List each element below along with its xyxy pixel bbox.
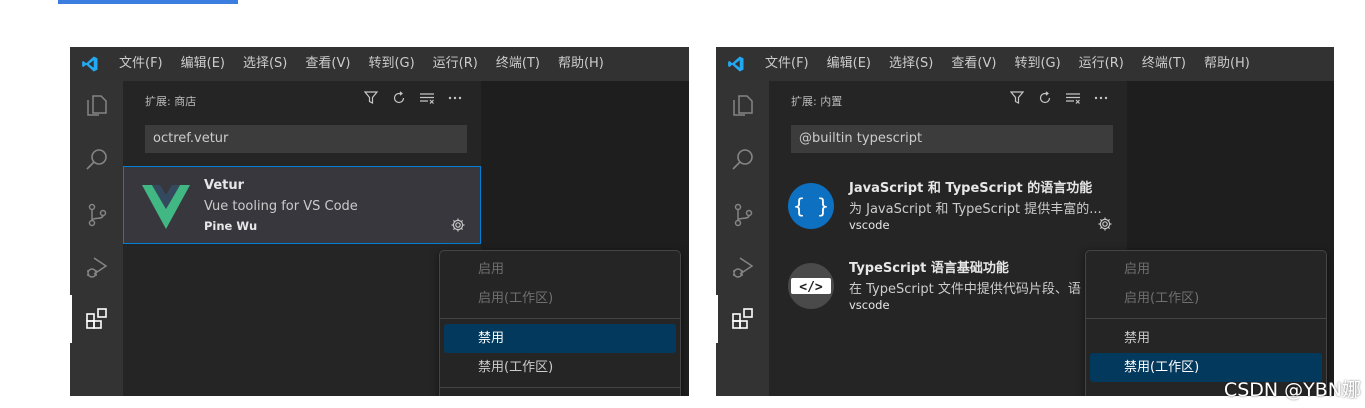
extension-name: TypeScript 语言基础功能: [849, 261, 1009, 276]
menu-terminal[interactable]: 终端(T): [487, 47, 549, 81]
extension-item-js-ts-language-features[interactable]: { } JavaScript 和 TypeScript 的语言功能 为 Java…: [769, 166, 1127, 244]
clear-results-icon[interactable]: [419, 90, 435, 106]
more-actions-icon[interactable]: [447, 90, 463, 106]
menu-help[interactable]: 帮助(H): [1195, 47, 1259, 81]
menu-item-enable-workspace: 启用(工作区): [1124, 291, 1200, 306]
menu-item-disable[interactable]: 禁用: [444, 324, 676, 353]
run-debug-icon[interactable]: [70, 243, 123, 291]
extensions-sidebar: 扩展: 商店 octref.vetur Vetur Vue tooling fo…: [123, 81, 481, 396]
search-icon[interactable]: [716, 136, 769, 184]
menu-view[interactable]: 查看(V): [942, 47, 1005, 81]
vscode-window-right: 文件(F) 编辑(E) 选择(S) 查看(V) 转到(G) 运行(R) 终端(T…: [716, 47, 1334, 396]
extension-item-vetur[interactable]: Vetur Vue tooling for VS Code Pine Wu: [123, 166, 481, 244]
activity-bar: [716, 81, 769, 396]
menu-file[interactable]: 文件(F): [756, 47, 818, 81]
source-control-icon[interactable]: [716, 191, 769, 239]
extension-publisher: Pine Wu: [204, 219, 258, 233]
extension-name: Vetur: [204, 178, 245, 193]
braces-extension-icon: { }: [787, 182, 835, 230]
source-control-icon[interactable]: [70, 191, 123, 239]
menu-bar: 文件(F) 编辑(E) 选择(S) 查看(V) 转到(G) 运行(R) 终端(T…: [716, 47, 1334, 81]
menu-item-disable-workspace[interactable]: 禁用(工作区): [444, 353, 676, 382]
menu-view[interactable]: 查看(V): [296, 47, 359, 81]
menu-run[interactable]: 运行(R): [1070, 47, 1133, 81]
filter-icon[interactable]: [1009, 90, 1025, 106]
menu-bar: 文件(F) 编辑(E) 选择(S) 查看(V) 转到(G) 运行(R) 终端(T…: [70, 47, 689, 81]
sidebar-title: 扩展: 内置: [791, 95, 843, 108]
menu-item-enable: 启用: [1124, 262, 1151, 277]
extensions-search-input[interactable]: octref.vetur: [145, 125, 467, 153]
menu-item-enable-workspace: 启用(工作区): [478, 291, 554, 306]
sidebar-actions: [1009, 90, 1109, 106]
screenshot-page: 文件(F) 编辑(E) 选择(S) 查看(V) 转到(G) 运行(R) 终端(T…: [0, 0, 1365, 408]
extension-publisher: vscode: [849, 218, 890, 232]
menu-separator: [440, 387, 680, 388]
menu-go[interactable]: 转到(G): [1005, 47, 1069, 81]
menu-file[interactable]: 文件(F): [110, 47, 172, 81]
menu-selection[interactable]: 选择(S): [880, 47, 942, 81]
manage-gear-icon[interactable]: [450, 217, 466, 233]
menu-terminal[interactable]: 终端(T): [1133, 47, 1195, 81]
extensions-icon[interactable]: [70, 295, 123, 343]
extension-description: 为 JavaScript 和 TypeScript 提供丰富的...: [849, 202, 1102, 217]
extensions-icon[interactable]: [716, 295, 769, 343]
vscode-logo-icon: [70, 47, 110, 81]
svg-text:</>: </>: [799, 280, 823, 295]
extension-description: Vue tooling for VS Code: [204, 199, 358, 214]
extension-name: JavaScript 和 TypeScript 的语言功能: [849, 181, 1093, 196]
extensions-sidebar: 扩展: 内置 @builtin typescript { } JavaScrip…: [769, 81, 1127, 396]
explorer-icon[interactable]: [70, 81, 123, 129]
menu-separator: [440, 318, 680, 319]
vue-logo-icon: [142, 183, 190, 231]
filter-icon[interactable]: [363, 90, 379, 106]
menu-separator: [1086, 318, 1326, 319]
refresh-icon[interactable]: [391, 90, 407, 106]
extension-description: 在 TypeScript 文件中提供代码片段、语: [849, 282, 1081, 297]
menu-go[interactable]: 转到(G): [359, 47, 423, 81]
manage-gear-icon[interactable]: [1097, 216, 1113, 232]
context-menu: 启用 启用(工作区) 禁用 禁用(工作区): [439, 250, 681, 396]
extension-publisher: vscode: [849, 298, 890, 312]
svg-text:{ }: { }: [793, 194, 829, 218]
vscode-window-left: 文件(F) 编辑(E) 选择(S) 查看(V) 转到(G) 运行(R) 终端(T…: [70, 47, 689, 396]
menu-run[interactable]: 运行(R): [424, 47, 487, 81]
menu-edit[interactable]: 编辑(E): [818, 47, 880, 81]
vscode-logo-icon: [716, 47, 756, 81]
code-tag-extension-icon: </>: [787, 262, 835, 310]
menu-edit[interactable]: 编辑(E): [172, 47, 234, 81]
search-icon[interactable]: [70, 136, 123, 184]
extensions-search-input[interactable]: @builtin typescript: [791, 125, 1113, 153]
menu-item-enable: 启用: [478, 262, 505, 277]
menu-item-disable[interactable]: 禁用: [1090, 324, 1322, 353]
run-debug-icon[interactable]: [716, 243, 769, 291]
sidebar-title: 扩展: 商店: [145, 95, 197, 108]
csdn-watermark: CSDN @YBN娜: [1223, 379, 1361, 401]
explorer-icon[interactable]: [716, 81, 769, 129]
activity-bar: [70, 81, 123, 396]
top-accent-bar: [58, 0, 238, 4]
more-actions-icon[interactable]: [1093, 90, 1109, 106]
refresh-icon[interactable]: [1037, 90, 1053, 106]
menu-help[interactable]: 帮助(H): [549, 47, 613, 81]
menu-selection[interactable]: 选择(S): [234, 47, 296, 81]
clear-results-icon[interactable]: [1065, 90, 1081, 106]
extension-item-typescript-basics[interactable]: </> TypeScript 语言基础功能 在 TypeScript 文件中提供…: [769, 246, 1127, 324]
sidebar-actions: [363, 90, 463, 106]
